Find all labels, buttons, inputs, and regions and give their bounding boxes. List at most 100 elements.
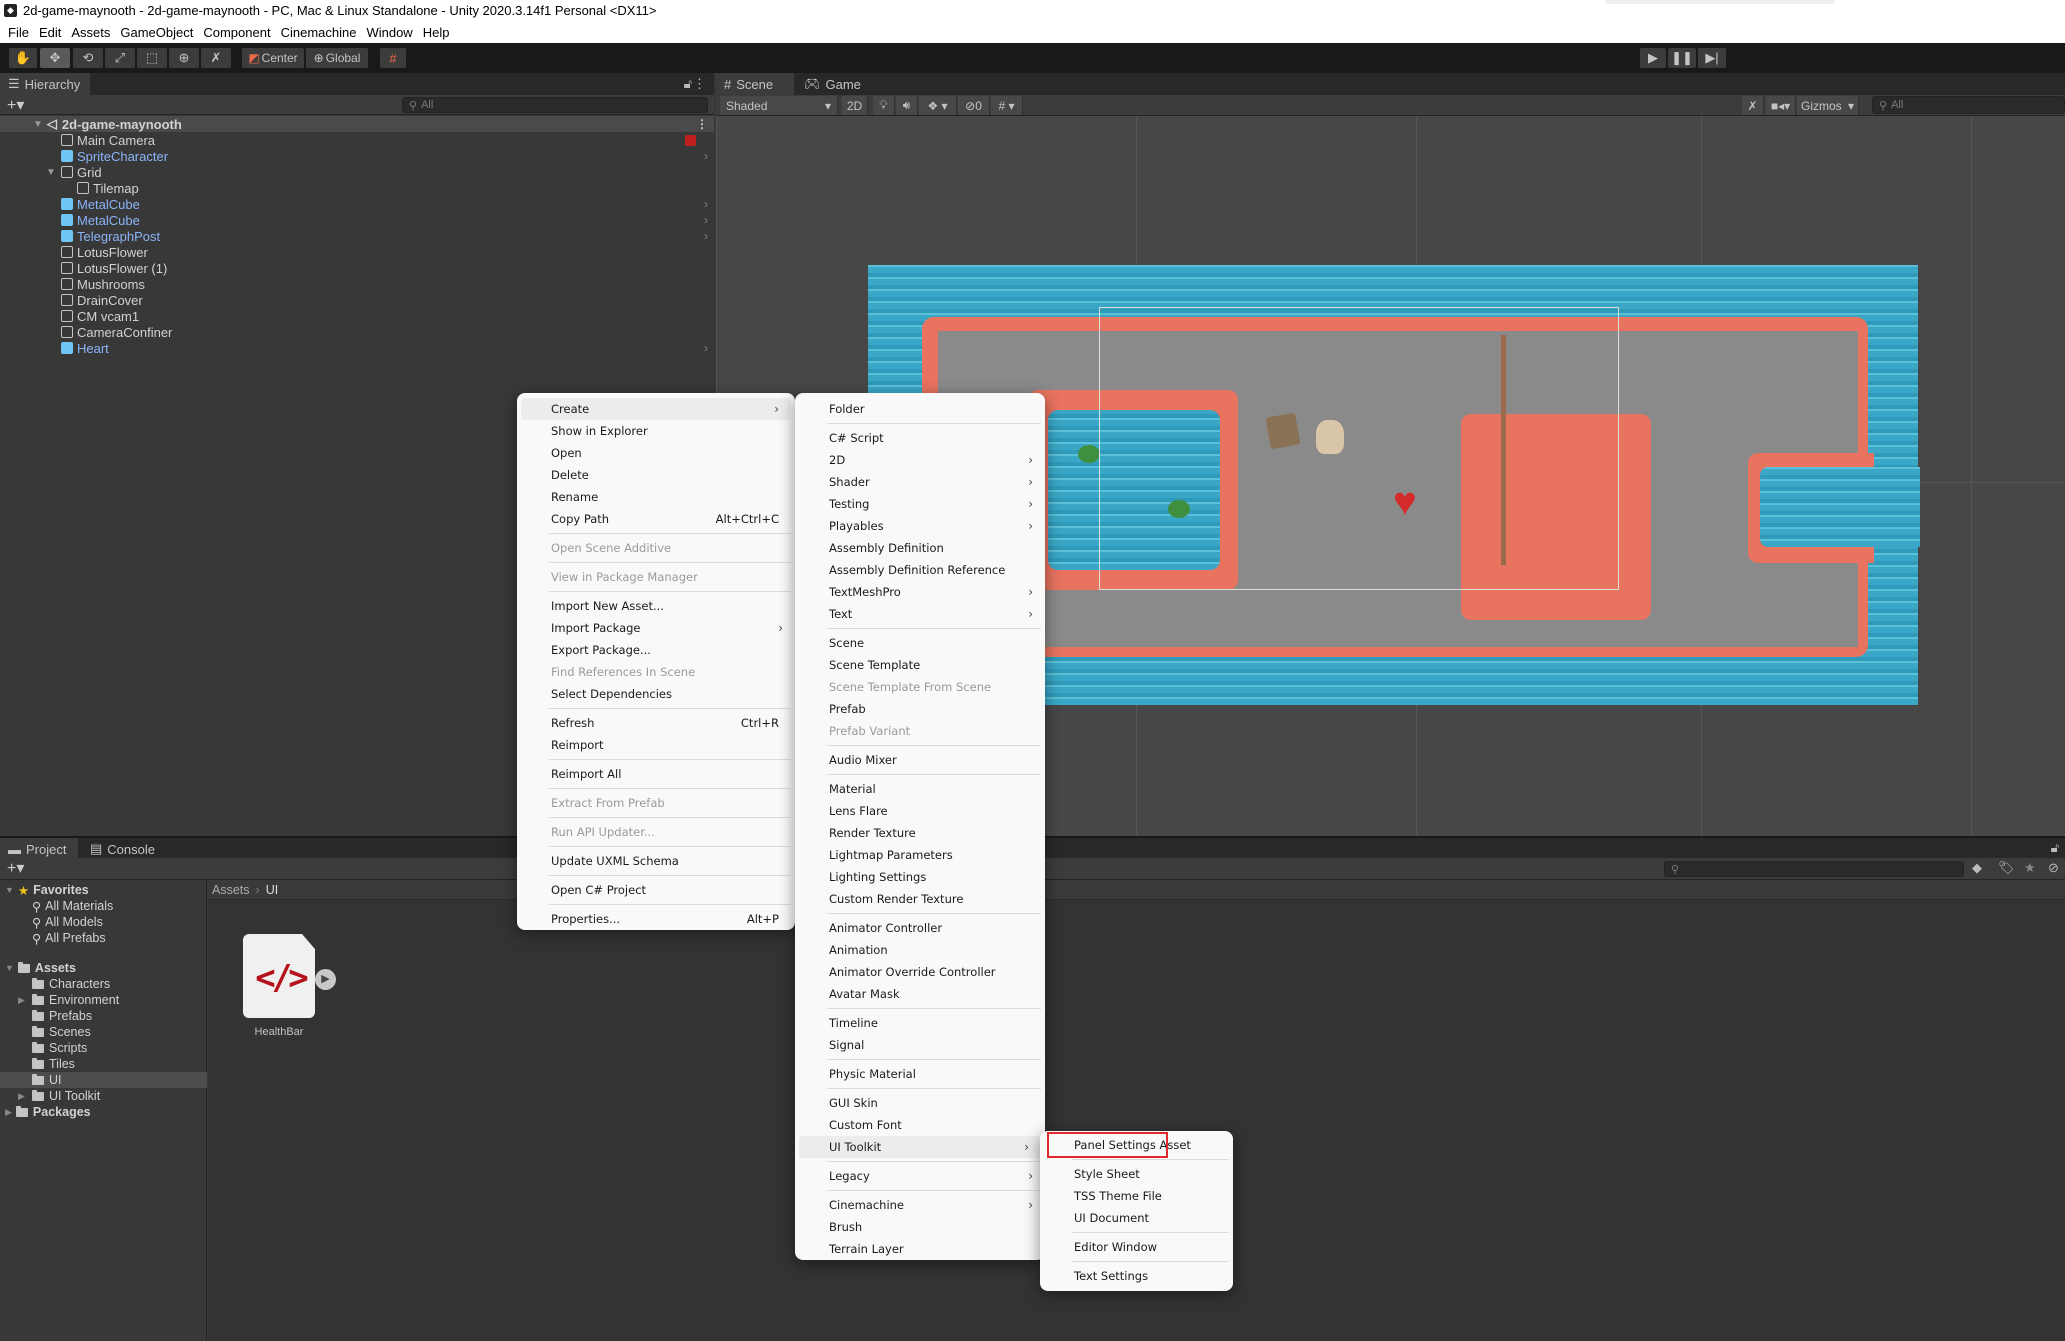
- hierarchy-item[interactable]: Tilemap: [0, 180, 714, 196]
- menu-item-ui-toolkit[interactable]: UI Toolkit ›: [799, 1136, 1041, 1158]
- chevron-right-icon[interactable]: ›: [704, 229, 708, 243]
- lock-icon[interactable]: 🔓︎: [684, 76, 692, 92]
- expand-arrow-icon[interactable]: ▶: [5, 1107, 12, 1118]
- expand-arrow-icon[interactable]: ▼: [5, 963, 14, 973]
- menu-item-lighting-settings[interactable]: Lighting Settings: [795, 866, 1045, 888]
- gizmos-dropdown[interactable]: Gizmos ▾: [1797, 96, 1859, 115]
- favorite-star-icon[interactable]: ★: [2024, 860, 2036, 876]
- menu-item-lightmap-parameters[interactable]: Lightmap Parameters: [795, 844, 1045, 866]
- menu-item-tss-theme-file[interactable]: TSS Theme File: [1040, 1185, 1233, 1207]
- hierarchy-scene-row[interactable]: ▼ ◁ 2d-game-maynooth ⋮: [0, 116, 714, 132]
- menu-item-prefab[interactable]: Prefab: [795, 698, 1045, 720]
- menu-item-animation[interactable]: Animation: [795, 939, 1045, 961]
- menu-item-rename[interactable]: Rename: [517, 486, 795, 508]
- menu-item-copy-path[interactable]: Copy Path Alt+Ctrl+C: [517, 508, 795, 530]
- hierarchy-item[interactable]: MetalCube ›: [0, 196, 714, 212]
- grid-snap-button[interactable]: #: [380, 48, 406, 68]
- menu-item-show-in-explorer[interactable]: Show in Explorer: [517, 420, 795, 442]
- menu-item-cinemachine[interactable]: Cinemachine ›: [795, 1194, 1045, 1216]
- camera-dropdown[interactable]: ■◂▾: [1766, 96, 1796, 115]
- menu-item-editor-window[interactable]: Editor Window: [1040, 1236, 1233, 1258]
- rect-tool-button[interactable]: ⬚: [137, 48, 167, 68]
- menu-item-ui-document[interactable]: UI Document: [1040, 1207, 1233, 1229]
- hierarchy-item[interactable]: LotusFlower: [0, 244, 714, 260]
- menu-item-assembly-definition[interactable]: Assembly Definition: [795, 537, 1045, 559]
- menu-item-properties[interactable]: Properties... Alt+P: [517, 908, 795, 930]
- menu-item-open[interactable]: Open: [517, 442, 795, 464]
- folder-item[interactable]: ▶ UI Toolkit: [0, 1088, 207, 1104]
- menu-item-avatar-mask[interactable]: Avatar Mask: [795, 983, 1045, 1005]
- expand-arrow-icon[interactable]: ▼: [46, 167, 56, 178]
- menu-item-animator-controller[interactable]: Animator Controller: [795, 917, 1045, 939]
- audio-toggle[interactable]: 🔊︎: [896, 96, 918, 115]
- menu-item-terrain-layer[interactable]: Terrain Layer: [795, 1238, 1045, 1260]
- menu-item-gui-skin[interactable]: GUI Skin: [795, 1092, 1045, 1114]
- menu-item-text-settings[interactable]: Text Settings: [1040, 1265, 1233, 1287]
- menu-item-render-texture[interactable]: Render Texture: [795, 822, 1045, 844]
- tab-project[interactable]: ▬ Project: [0, 838, 78, 860]
- shading-mode-dropdown[interactable]: Shaded ▾: [720, 96, 838, 115]
- menu-item-update-uxml-schema[interactable]: Update UXML Schema: [517, 850, 795, 872]
- chevron-right-icon[interactable]: ›: [704, 341, 708, 355]
- menu-item-physic-material[interactable]: Physic Material: [795, 1063, 1045, 1085]
- breadcrumb-assets[interactable]: Assets: [212, 883, 250, 897]
- menu-item-reimport-all[interactable]: Reimport All: [517, 763, 795, 785]
- menu-item-reimport[interactable]: Reimport: [517, 734, 795, 756]
- folder-item[interactable]: Scenes: [0, 1024, 207, 1040]
- expand-asset-icon[interactable]: ▶: [315, 969, 336, 990]
- menu-item-refresh[interactable]: Refresh Ctrl+R: [517, 712, 795, 734]
- hidden-objects-toggle[interactable]: ⊘ 0: [958, 96, 990, 115]
- 2d-mode-toggle[interactable]: 2D: [842, 96, 868, 115]
- menu-item-custom-font[interactable]: Custom Font: [795, 1114, 1045, 1136]
- lock-icon[interactable]: 🔓︎: [2051, 840, 2059, 856]
- menu-component[interactable]: Component: [198, 25, 275, 40]
- expand-arrow-icon[interactable]: ▶: [18, 1091, 25, 1102]
- hierarchy-item[interactable]: CameraConfiner: [0, 324, 714, 340]
- menu-item-delete[interactable]: Delete: [517, 464, 795, 486]
- play-button[interactable]: ▶: [1640, 48, 1666, 68]
- chevron-right-icon[interactable]: ›: [704, 213, 708, 227]
- menu-assets[interactable]: Assets: [66, 25, 115, 40]
- hierarchy-item[interactable]: Mushrooms: [0, 276, 714, 292]
- folder-item[interactable]: Characters: [0, 976, 207, 992]
- favorite-item[interactable]: ⚲ All Models: [0, 914, 207, 930]
- hierarchy-item[interactable]: SpriteCharacter ›: [0, 148, 714, 164]
- asset-healthbar[interactable]: </> ▶ HealthBar: [235, 920, 336, 1038]
- folder-item[interactable]: Prefabs: [0, 1008, 207, 1024]
- menu-item-custom-render-texture[interactable]: Custom Render Texture: [795, 888, 1045, 910]
- menu-item-folder[interactable]: Folder: [795, 398, 1045, 420]
- menu-item-import-package[interactable]: Import Package ›: [517, 617, 795, 639]
- grid-dropdown[interactable]: # ▾: [991, 96, 1023, 115]
- hierarchy-item[interactable]: DrainCover: [0, 292, 714, 308]
- menu-item-brush[interactable]: Brush: [795, 1216, 1045, 1238]
- transform-tool-button[interactable]: ⊕: [169, 48, 199, 68]
- menu-item-signal[interactable]: Signal: [795, 1034, 1045, 1056]
- filter-by-label-icon[interactable]: 🏷︎: [1998, 860, 2015, 876]
- menu-item-scene-template[interactable]: Scene Template: [795, 654, 1045, 676]
- favorite-item[interactable]: ⚲ All Prefabs: [0, 930, 207, 946]
- hierarchy-item[interactable]: LotusFlower (1): [0, 260, 714, 276]
- rotate-tool-button[interactable]: ⟲: [73, 48, 103, 68]
- lighting-toggle[interactable]: 💡︎: [873, 96, 895, 115]
- menu-item-assembly-definition-reference[interactable]: Assembly Definition Reference: [795, 559, 1045, 581]
- folder-item[interactable]: Tiles: [0, 1056, 207, 1072]
- effects-dropdown[interactable]: ❖ ▾: [919, 96, 957, 115]
- more-options-icon[interactable]: ⋮: [693, 76, 706, 92]
- menu-item-legacy[interactable]: Legacy ›: [795, 1165, 1045, 1187]
- menu-item-style-sheet[interactable]: Style Sheet: [1040, 1163, 1233, 1185]
- assets-folder[interactable]: ▼ Assets: [0, 960, 207, 976]
- menu-item-open-c-project[interactable]: Open C# Project: [517, 879, 795, 901]
- hand-tool-button[interactable]: ✋: [9, 48, 37, 68]
- folder-item[interactable]: ▶ Environment: [0, 992, 207, 1008]
- move-tool-button[interactable]: ✥: [40, 48, 70, 68]
- menu-gameobject[interactable]: GameObject: [115, 25, 198, 40]
- menu-item-textmeshpro[interactable]: TextMeshPro ›: [795, 581, 1045, 603]
- packages-folder[interactable]: ▶ Packages: [0, 1104, 207, 1120]
- menu-item-export-package[interactable]: Export Package...: [517, 639, 795, 661]
- project-search-input[interactable]: ⚲: [1664, 861, 1964, 877]
- breadcrumb-ui[interactable]: UI: [266, 883, 279, 897]
- menu-item-create[interactable]: Create ›: [521, 398, 791, 420]
- menu-file[interactable]: File: [3, 25, 34, 40]
- hierarchy-item[interactable]: Main Camera: [0, 132, 714, 148]
- tab-console[interactable]: ▤ Console: [82, 838, 162, 860]
